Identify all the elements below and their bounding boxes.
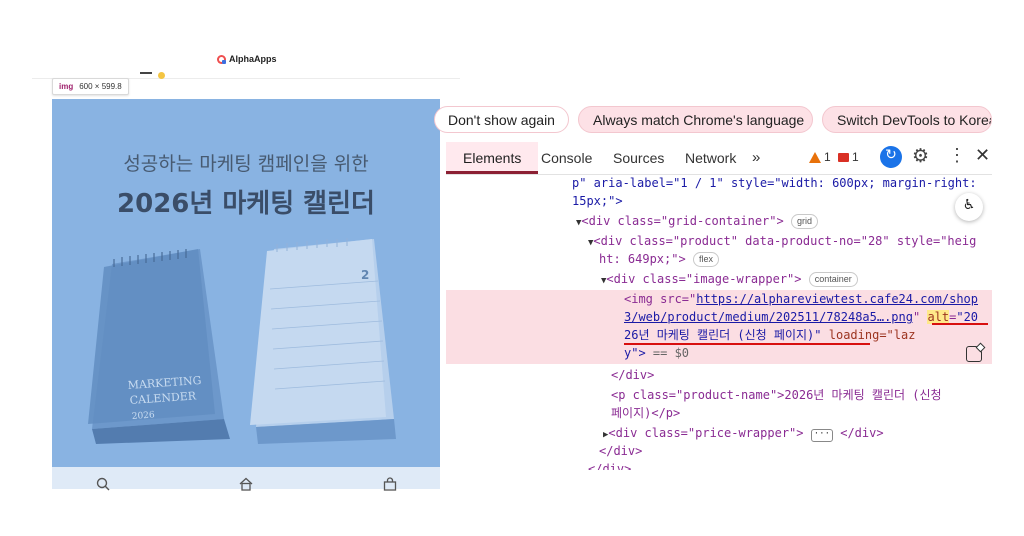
alt-underline-1 <box>932 323 988 325</box>
product-image[interactable]: 성공하는 마케팅 캠페인을 위한 2026년 마케팅 캘린더 MARKETING… <box>52 99 440 467</box>
tree-node-product-name[interactable]: <p class="product-name">2026년 마케팅 캘린더 (신… <box>611 386 942 404</box>
gear-icon[interactable]: ⚙ <box>912 145 929 167</box>
switch-korean-button[interactable]: Switch DevTools to Korea <box>822 106 992 133</box>
tree-node-image-wrapper[interactable]: ▼<div class="image-wrapper"> container <box>601 270 858 288</box>
match-language-label: Always match Chrome's language <box>593 111 805 128</box>
devtools-tabbar: Elements Console Sources Network » 1 1 <box>446 142 992 175</box>
alphaapps-logo: AlphaApps <box>217 52 277 66</box>
tree-line[interactable]: 15px;"> <box>572 192 623 210</box>
element-tooltip: img 600 × 599.8 <box>52 78 129 95</box>
tab-elements[interactable]: Elements <box>446 142 539 174</box>
tree-line[interactable]: 26년 마케팅 캘린더 (신청 페이지)" loading="laz <box>624 326 915 344</box>
tree-line[interactable]: </div> <box>599 442 642 460</box>
close-icon[interactable]: ✕ <box>975 145 990 166</box>
tab-sources[interactable]: Sources <box>613 142 664 174</box>
dont-show-again-button[interactable]: Don't show again <box>434 106 569 133</box>
accessibility-icon[interactable] <box>955 193 983 221</box>
tree-node-img[interactable]: <img src="https://alphareviewtest.cafe24… <box>624 290 978 308</box>
collapsed-children-icon[interactable]: ··· <box>810 429 833 442</box>
messages-count: 1 <box>852 150 859 164</box>
flex-badge[interactable]: flex <box>692 252 719 267</box>
tree-line[interactable]: ht: 649px;"> flex <box>599 250 719 268</box>
tree-line[interactable]: 3/web/product/medium/202511/78248a5….png… <box>624 308 978 326</box>
tree-line[interactable]: y"> == $0 <box>624 344 689 362</box>
warning-icon <box>809 151 821 163</box>
grid-badge[interactable]: grid <box>790 214 818 229</box>
tooltip-dimensions: 600 × 599.8 <box>79 82 122 91</box>
tree-node-product[interactable]: ▼<div class="product" data-product-no="2… <box>588 232 976 250</box>
alphaapps-logo-icon <box>217 54 226 64</box>
tree-node-grid-container[interactable]: ▼<div class="grid-container"> grid <box>576 212 818 230</box>
dont-show-again-label: Don't show again <box>448 111 555 128</box>
message-icon <box>838 152 849 162</box>
tab-network[interactable]: Network <box>685 142 736 174</box>
alt-underline-2 <box>624 343 870 345</box>
warnings-counter[interactable]: 1 <box>809 150 831 164</box>
home-icon[interactable] <box>238 476 254 492</box>
sync-icon[interactable] <box>880 146 902 168</box>
element-highlight-overlay <box>52 99 440 467</box>
img-src-link[interactable]: https://alphareviewtest.cafe24.com/shop <box>696 292 978 306</box>
alt-attribute-name: alt <box>927 310 950 324</box>
alt-attribute-value: 26년 마케팅 캘린더 (신청 페이지)" <box>624 328 822 342</box>
tree-line[interactable]: </div> <box>611 366 654 384</box>
more-tabs-button[interactable]: » <box>752 142 760 174</box>
cart-icon[interactable] <box>382 476 398 492</box>
ai-assistance-icon[interactable] <box>966 346 982 362</box>
tree-line[interactable]: </div> <box>588 460 631 470</box>
search-icon[interactable] <box>95 476 111 492</box>
match-language-button[interactable]: Always match Chrome's language <box>578 106 813 133</box>
partial-title-glyph <box>138 70 168 80</box>
warnings-count: 1 <box>824 150 831 164</box>
elements-tree: p" aria-label="1 / 1" style="width: 600p… <box>446 174 992 470</box>
messages-counter[interactable]: 1 <box>838 150 859 164</box>
tree-line[interactable]: p" aria-label="1 / 1" style="width: 600p… <box>572 174 984 192</box>
logo-text: AlphaApps <box>229 54 277 64</box>
tree-node-price-wrapper[interactable]: ▶<div class="price-wrapper"> ··· </div> <box>603 424 884 442</box>
kebab-menu-icon[interactable]: ⋮ <box>948 145 966 166</box>
tree-line[interactable]: 페이지)</p> <box>611 404 680 422</box>
tab-console[interactable]: Console <box>541 142 592 174</box>
container-badge[interactable]: container <box>808 272 858 287</box>
switch-korean-label: Switch DevTools to Korea <box>837 111 992 128</box>
tooltip-tag: img <box>59 82 74 91</box>
